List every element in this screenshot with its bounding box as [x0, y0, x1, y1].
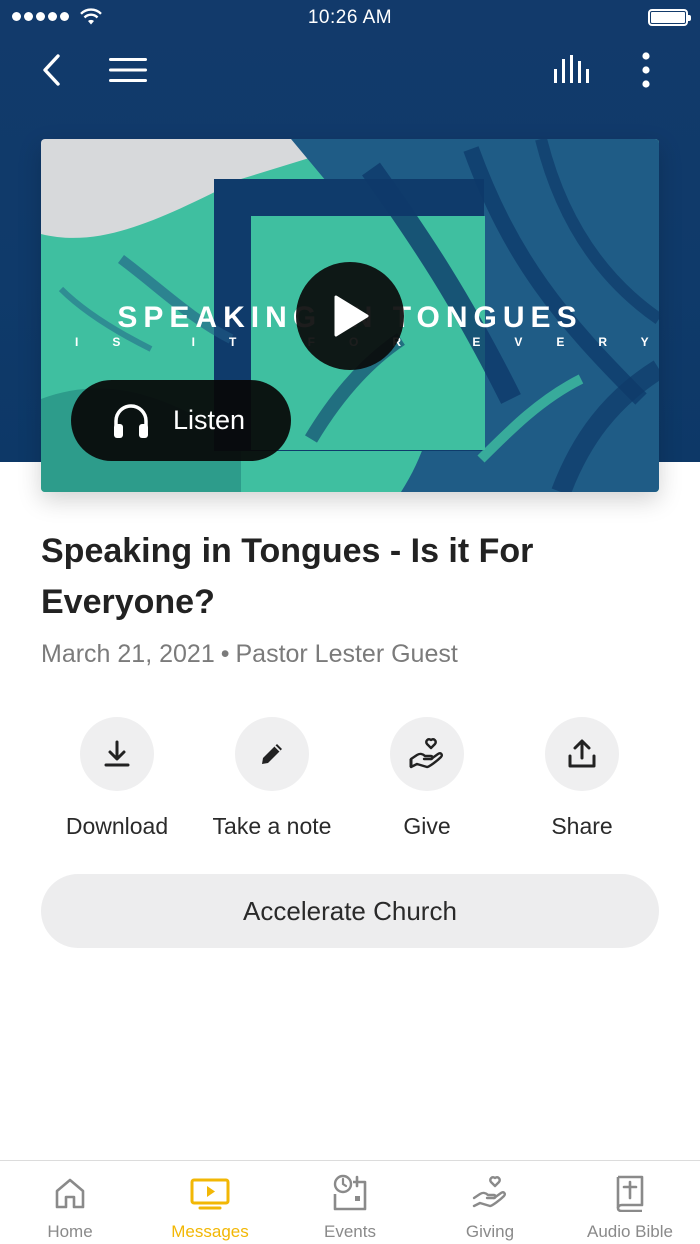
- messages-tv-icon: [190, 1173, 230, 1213]
- bible-icon: [610, 1173, 650, 1213]
- tab-bar: Home Messages Events Giving Audio Bible: [0, 1160, 700, 1244]
- give-heart-hand-icon: [409, 738, 443, 769]
- download-circle[interactable]: [80, 717, 154, 791]
- pencil-icon: [262, 744, 282, 764]
- battery-icon: [648, 9, 691, 26]
- share-icon: [568, 739, 596, 768]
- tab-messages-label: Messages: [171, 1222, 249, 1241]
- take-note-circle[interactable]: [235, 717, 309, 791]
- tab-giving[interactable]: Giving: [420, 1161, 560, 1244]
- tab-home[interactable]: Home: [0, 1161, 140, 1244]
- give-button[interactable]: Give: [347, 717, 507, 840]
- back-button[interactable]: [30, 48, 74, 92]
- status-time: 10:26 AM: [307, 7, 393, 28]
- message-date: March 21, 2021: [41, 640, 215, 668]
- meta-separator: •: [220, 640, 230, 668]
- tab-audio-bible[interactable]: Audio Bible: [560, 1161, 700, 1244]
- more-vertical-icon: [642, 52, 650, 88]
- tab-audio-bible-label: Audio Bible: [586, 1222, 673, 1241]
- tab-events-label: Events: [324, 1222, 376, 1241]
- play-icon: [334, 295, 369, 337]
- download-label: Download: [65, 813, 169, 839]
- take-note-label: Take a note: [212, 813, 332, 839]
- tab-home-label: Home: [47, 1222, 93, 1241]
- give-label: Give: [403, 813, 451, 839]
- more-options-button[interactable]: [626, 48, 666, 92]
- give-circle[interactable]: [390, 717, 464, 791]
- take-note-button[interactable]: Take a note: [192, 717, 352, 840]
- audio-bars-icon: [554, 55, 589, 83]
- listen-button[interactable]: Listen: [71, 380, 291, 461]
- tab-events[interactable]: Events: [280, 1161, 420, 1244]
- tab-giving-label: Giving: [465, 1222, 515, 1241]
- download-button[interactable]: Download: [37, 717, 197, 840]
- tab-messages[interactable]: Messages: [140, 1161, 280, 1244]
- headphones-icon: [111, 401, 151, 441]
- giving-icon: [470, 1173, 510, 1213]
- share-label: Share: [551, 813, 613, 839]
- listen-label: Listen: [173, 405, 246, 435]
- message-title: Speaking in Tongues - Is it For Everyone…: [41, 532, 534, 621]
- share-button[interactable]: Share: [502, 717, 662, 840]
- back-icon: [43, 54, 60, 86]
- download-icon: [104, 740, 130, 767]
- church-button[interactable]: Accelerate Church: [41, 874, 659, 948]
- events-calendar-icon: [330, 1173, 370, 1213]
- share-circle[interactable]: [545, 717, 619, 791]
- menu-icon: [109, 58, 147, 82]
- status-bar: 10:26 AM: [0, 0, 700, 36]
- message-meta: March 21, 2021 • Pastor Lester Guest: [41, 640, 458, 669]
- play-button[interactable]: [296, 262, 404, 370]
- audio-player-button[interactable]: [548, 48, 596, 92]
- home-icon: [50, 1173, 90, 1213]
- sermon-artwork: SPEAKING IN TONGUES IS IT FOR EVERYONE? …: [41, 139, 659, 492]
- menu-button[interactable]: [104, 48, 152, 92]
- message-speaker: Pastor Lester Guest: [235, 640, 458, 668]
